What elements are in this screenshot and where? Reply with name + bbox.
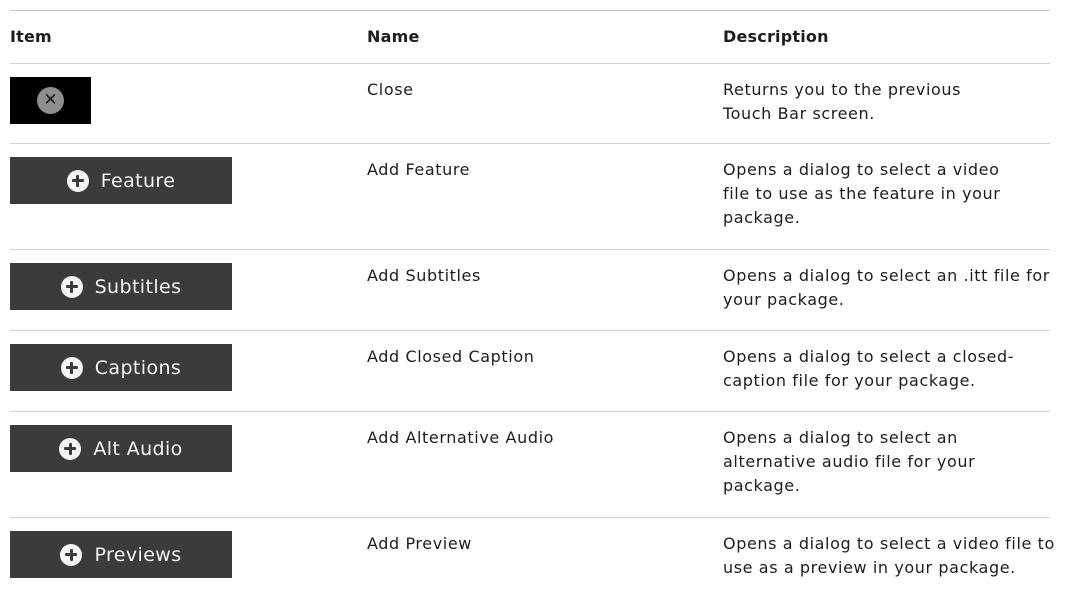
table-row: Feature Add Feature Opens a dialog to se… (10, 144, 1050, 250)
add-feature-button-label: Feature (100, 169, 176, 192)
item-cell: Alt Audio (10, 412, 367, 517)
table-row: Previews Add Preview Opens a dialog to s… (10, 518, 1054, 600)
header-item: Item (10, 27, 52, 46)
add-feature-button[interactable]: Feature (10, 157, 232, 204)
table-row: Captions Add Closed Caption Opens a dial… (10, 331, 1050, 412)
table-row: Alt Audio Add Alternative Audio Opens a … (10, 412, 1050, 518)
plus-circle-icon (60, 275, 83, 298)
row-description-text: Opens a dialog to select a closed-captio… (723, 347, 1015, 390)
row-description: Opens a dialog to select a video file to… (723, 518, 1063, 600)
item-cell: ✕ (10, 64, 367, 143)
plus-circle-icon (66, 169, 89, 192)
row-name: Add Feature (367, 160, 471, 179)
row-description-text: Opens a dialog to select an alternative … (723, 428, 976, 495)
row-name: Close (367, 80, 414, 99)
add-captions-button-label: Captions (94, 356, 182, 379)
item-cell: Previews (10, 518, 367, 600)
item-cell: Feature (10, 144, 367, 249)
add-captions-button[interactable]: Captions (10, 344, 232, 391)
row-description: Opens a dialog to select a video file to… (723, 144, 1050, 249)
row-description-text: Opens a dialog to select a video file to… (723, 534, 1055, 577)
add-subtitles-button[interactable]: Subtitles (10, 263, 232, 310)
row-description-text: Opens a dialog to select an .itt file fo… (723, 266, 1050, 309)
touch-bar-items-table: Item Name Description ✕ Close Returns yo… (10, 10, 1054, 600)
row-description: Opens a dialog to select a closed-captio… (723, 331, 1050, 411)
row-description: Opens a dialog to select an alternative … (723, 412, 1050, 517)
row-name: Add Closed Caption (367, 347, 535, 366)
item-cell: Subtitles (10, 250, 367, 330)
table-header-row: Item Name Description (10, 11, 1050, 64)
table-row: ✕ Close Returns you to the previous Touc… (10, 64, 1050, 144)
plus-circle-icon (60, 543, 83, 566)
add-alt-audio-button[interactable]: Alt Audio (10, 425, 232, 472)
row-description: Returns you to the previous Touch Bar sc… (723, 64, 1050, 143)
row-name: Add Preview (367, 534, 472, 553)
add-previews-button[interactable]: Previews (10, 531, 232, 578)
plus-circle-icon (59, 437, 82, 460)
plus-circle-icon (60, 356, 83, 379)
add-previews-button-label: Previews (94, 543, 182, 566)
row-description: Opens a dialog to select an .itt file fo… (723, 250, 1053, 330)
add-alt-audio-button-label: Alt Audio (93, 437, 183, 460)
item-cell: Captions (10, 331, 367, 411)
header-description: Description (723, 27, 829, 46)
row-name: Add Subtitles (367, 266, 481, 285)
row-name: Add Alternative Audio (367, 428, 555, 447)
add-subtitles-button-label: Subtitles (94, 275, 182, 298)
close-icon: ✕ (37, 87, 64, 114)
table-row: Subtitles Add Subtitles Opens a dialog t… (10, 250, 1050, 331)
header-name: Name (367, 27, 420, 46)
row-description-text: Returns you to the previous Touch Bar sc… (723, 80, 962, 123)
close-button[interactable]: ✕ (10, 77, 91, 124)
row-description-text: Opens a dialog to select a video file to… (723, 160, 1001, 227)
